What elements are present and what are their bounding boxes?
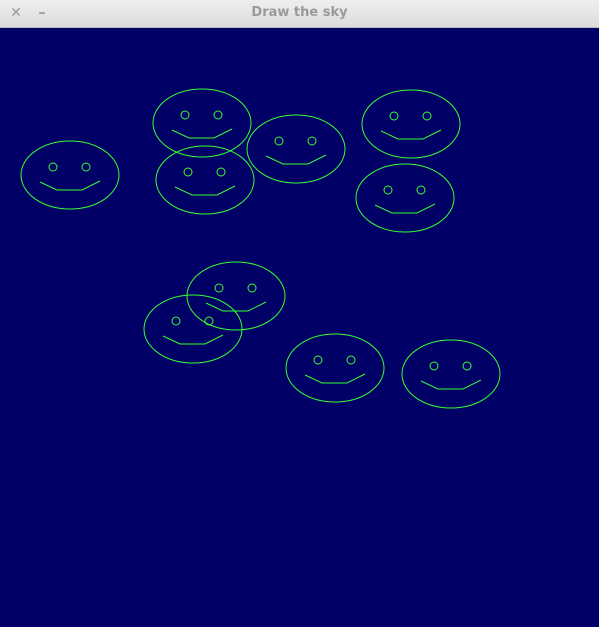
smiley-eye: [389, 111, 399, 121]
sky-drawing: [20, 88, 501, 409]
smiley-eye: [313, 355, 323, 365]
smiley-eye: [346, 355, 356, 365]
smiley-eye: [180, 110, 190, 120]
smiley-face: [285, 333, 385, 403]
smiley-eye: [307, 136, 317, 146]
smiley-head: [355, 163, 455, 233]
smiley-face: [143, 294, 243, 364]
smiley-head: [20, 140, 120, 210]
smiley-face: [155, 145, 255, 215]
smiley-eye: [213, 110, 223, 120]
smiley-face: [246, 114, 346, 184]
smiley-head: [361, 89, 461, 159]
smiley-eye: [274, 136, 284, 146]
smiley-eye: [183, 167, 193, 177]
smiley-mouth: [171, 128, 233, 139]
smiley-head: [143, 294, 243, 364]
smiley-mouth: [374, 203, 436, 214]
smiley-mouth: [304, 373, 366, 384]
smiley-head: [152, 88, 252, 158]
smiley-face: [186, 261, 286, 331]
window-title: Draw the sky: [251, 5, 348, 20]
smiley-head: [186, 261, 286, 331]
smiley-eye: [216, 167, 226, 177]
smiley-eye: [81, 162, 91, 172]
smiley-eye: [204, 316, 214, 326]
smiley-face: [361, 89, 461, 159]
smiley-eye: [416, 185, 426, 195]
smiley-mouth: [380, 129, 442, 140]
smiley-head: [401, 339, 501, 409]
smiley-mouth: [265, 154, 327, 165]
smiley-eye: [214, 283, 224, 293]
app-window: ✕ – Draw the sky: [0, 0, 599, 627]
smiley-head: [246, 114, 346, 184]
smiley-head: [155, 145, 255, 215]
smiley-mouth: [39, 180, 101, 191]
smiley-head: [285, 333, 385, 403]
smiley-eye: [422, 111, 432, 121]
smiley-face: [355, 163, 455, 233]
smiley-eye: [247, 283, 257, 293]
smiley-eye: [171, 316, 181, 326]
smiley-eye: [429, 361, 439, 371]
smiley-eye: [383, 185, 393, 195]
smiley-mouth: [420, 379, 482, 390]
title-bar[interactable]: ✕ – Draw the sky: [0, 0, 599, 28]
smiley-eye: [462, 361, 472, 371]
smiley-mouth: [174, 185, 236, 196]
smiley-face: [401, 339, 501, 409]
drawing-canvas[interactable]: [0, 28, 599, 627]
smiley-mouth: [162, 334, 224, 345]
smiley-face: [20, 140, 120, 210]
smiley-eye: [48, 162, 58, 172]
smiley-face: [152, 88, 252, 158]
smiley-mouth: [205, 301, 267, 312]
